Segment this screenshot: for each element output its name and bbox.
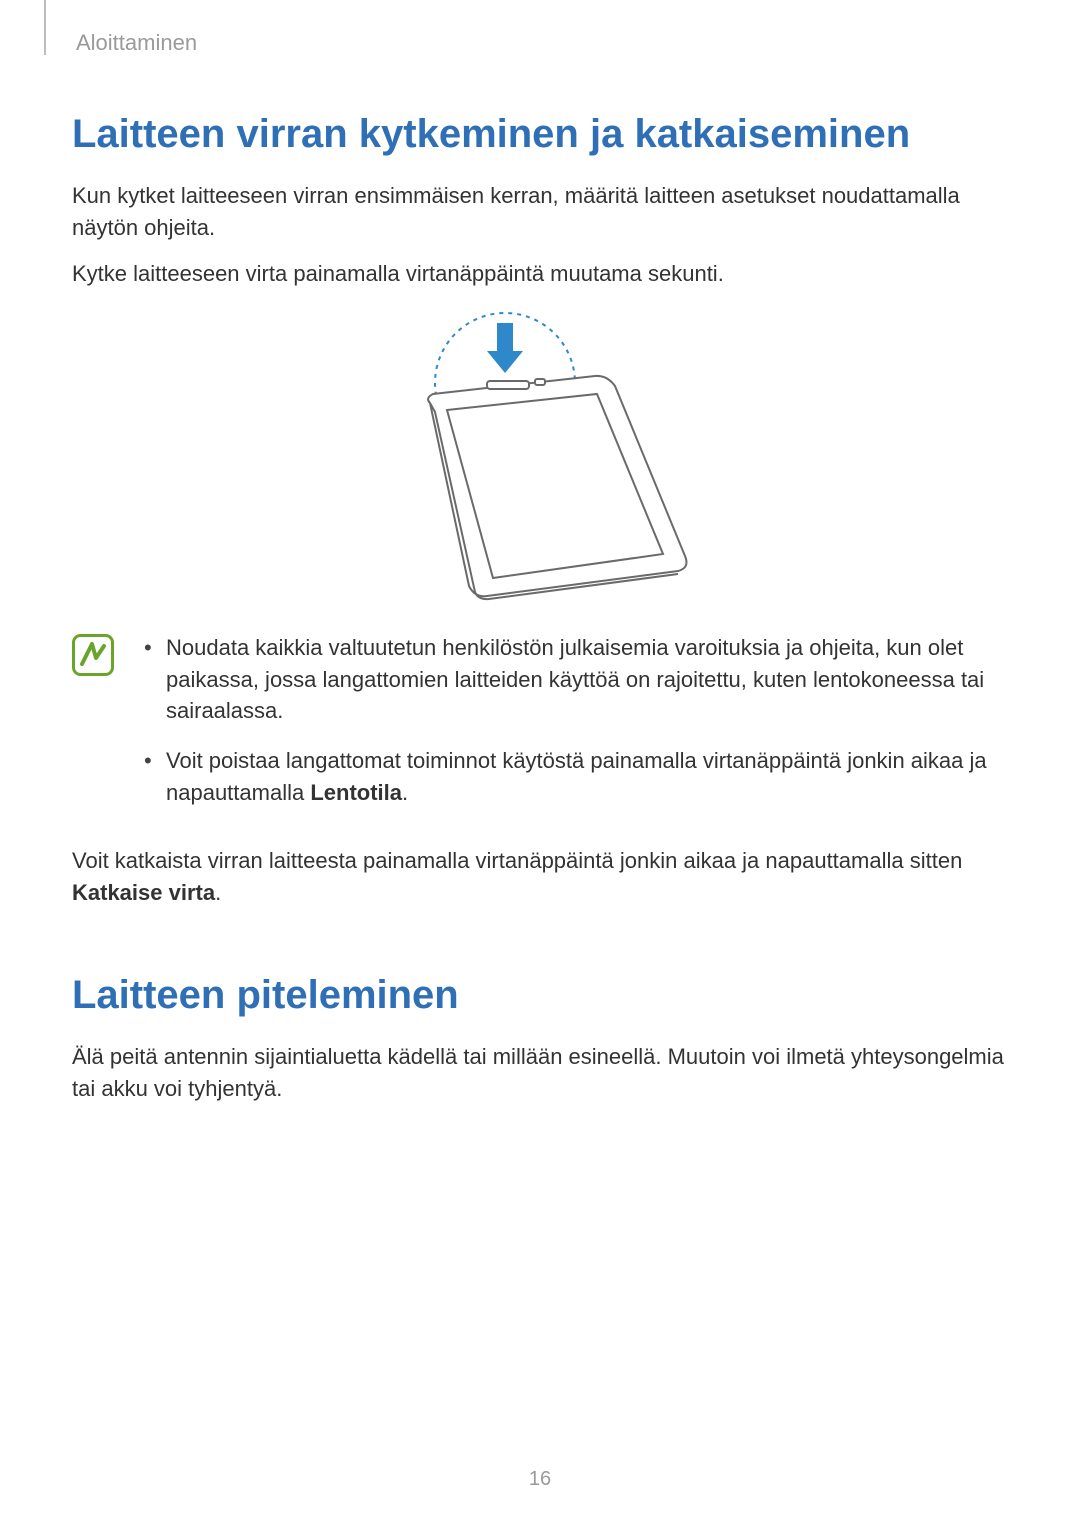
breadcrumb-bar: Aloittaminen: [72, 30, 1008, 60]
page-number: 16: [0, 1468, 1080, 1491]
section-spacer: [72, 923, 1008, 971]
tablet-device-icon: [428, 376, 686, 599]
note-bullet-1: Noudata kaikkia valtuutetun henkilöstön …: [142, 632, 1008, 728]
note-list: Noudata kaikkia valtuutetun henkilöstön …: [142, 632, 1008, 809]
note-icon-column: [72, 632, 118, 827]
breadcrumb-divider: [44, 0, 46, 55]
note-bullet-2: Voit poistaa langattomat toiminnot käytö…: [142, 745, 1008, 809]
note-block: Noudata kaikkia valtuutetun henkilöstön …: [72, 632, 1008, 827]
section-1-paragraph-1: Kun kytket laitteeseen virran ensimmäise…: [72, 180, 1008, 244]
note-bullet-2-bold: Lentotila: [310, 780, 402, 805]
figure-power-on: [72, 308, 1008, 608]
document-page: Aloittaminen Laitteen virran kytkeminen …: [0, 0, 1080, 1527]
section-1-paragraph-2: Kytke laitteeseen virta painamalla virta…: [72, 258, 1008, 290]
note-bullet-2-text-c: .: [402, 780, 408, 805]
section-2-title: Laitteen piteleminen: [72, 971, 1008, 1019]
section-1-p3-c: .: [215, 880, 221, 905]
note-icon: [72, 634, 114, 676]
section-1-title: Laitteen virran kytkeminen ja katkaisemi…: [72, 110, 1008, 158]
note-bullet-1-text: Noudata kaikkia valtuutetun henkilöstön …: [166, 635, 984, 724]
note-bullet-2-text-a: Voit poistaa langattomat toiminnot käytö…: [166, 748, 987, 805]
arrow-down-icon: [487, 323, 523, 373]
section-1-p3-a: Voit katkaista virran laitteesta painama…: [72, 848, 962, 873]
tablet-illustration: [375, 308, 705, 608]
note-text-column: Noudata kaikkia valtuutetun henkilöstön …: [142, 632, 1008, 827]
section-1-paragraph-3: Voit katkaista virran laitteesta painama…: [72, 845, 1008, 909]
section-2-paragraph-1: Älä peitä antennin sijaintialuetta kädel…: [72, 1041, 1008, 1105]
section-1-p3-bold: Katkaise virta: [72, 880, 215, 905]
breadcrumb: Aloittaminen: [72, 30, 1008, 56]
